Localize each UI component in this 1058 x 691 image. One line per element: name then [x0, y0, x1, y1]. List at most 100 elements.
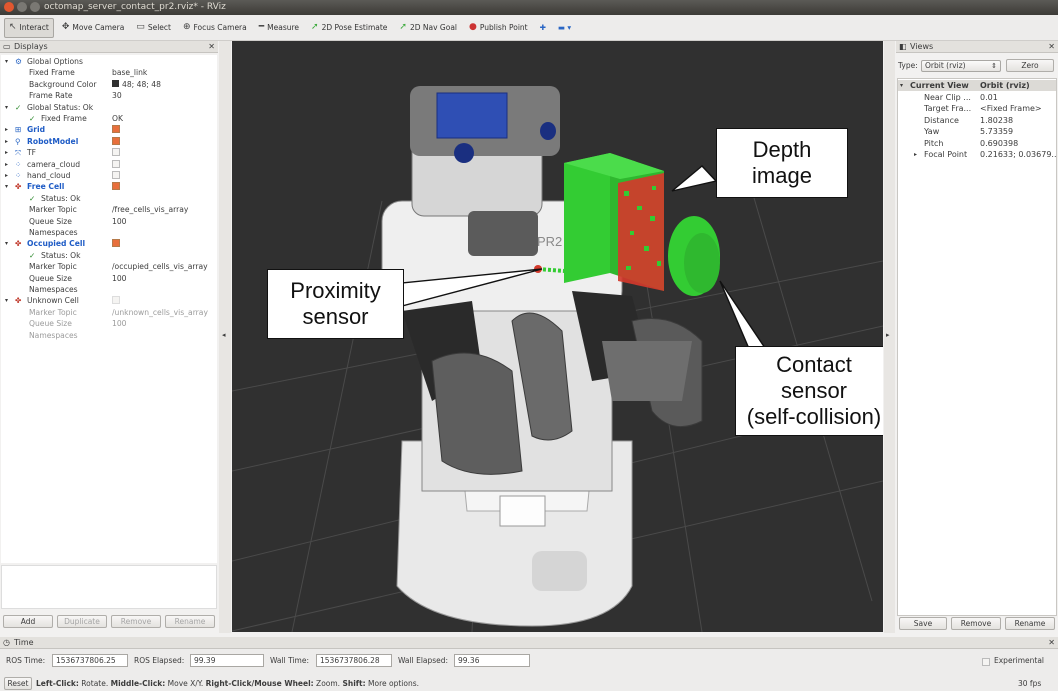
- display-row[interactable]: ▸ ⁘ hand_cloud: [1, 170, 217, 181]
- tool-move-camera[interactable]: ✥ Move Camera: [58, 18, 128, 38]
- maximize-window-icon[interactable]: [30, 2, 40, 12]
- view-type-select[interactable]: Orbit (rviz) ⇕: [921, 60, 1001, 72]
- display-row[interactable]: ▾ ✤ Occupied Cell: [1, 238, 217, 249]
- views-tree[interactable]: ▾ Current View Orbit (rviz) Near Clip ..…: [897, 78, 1057, 616]
- enable-checkbox[interactable]: [112, 159, 120, 170]
- enable-checkbox[interactable]: [112, 136, 120, 147]
- expand-arrow-icon[interactable]: ▸: [5, 170, 8, 181]
- checkbox-box[interactable]: [112, 239, 120, 248]
- display-row[interactable]: Queue Size 100: [1, 318, 217, 329]
- collapse-left-icon[interactable]: ◂: [222, 331, 226, 339]
- display-value[interactable]: 100: [112, 273, 127, 284]
- checkbox-box[interactable]: [112, 136, 120, 145]
- remove-view-button[interactable]: Remove: [951, 617, 1001, 630]
- display-value[interactable]: OK: [112, 113, 123, 124]
- color-swatch[interactable]: [112, 80, 119, 88]
- display-row[interactable]: Fixed Frame base_link: [1, 67, 217, 78]
- display-value[interactable]: 30: [112, 90, 122, 101]
- displays-tree[interactable]: ▾ ⚙ Global Options Fixed Frame base_link Back…: [1, 55, 217, 563]
- collapse-right-icon[interactable]: ▸: [886, 331, 890, 339]
- remove-tool-icon[interactable]: ▬ ▾: [554, 18, 575, 38]
- display-row[interactable]: ✓ Fixed Frame OK: [1, 113, 217, 124]
- expand-arrow-icon[interactable]: ▸: [5, 147, 8, 158]
- ros-elapsed-field[interactable]: 99.39: [190, 654, 264, 667]
- view-property-value[interactable]: 1.80238: [980, 115, 1056, 126]
- view-property-row[interactable]: ▸ Focal Point 0.21633; 0.03679...: [898, 149, 1056, 160]
- tool-focus-camera[interactable]: ⊕ Focus Camera: [179, 18, 251, 38]
- display-row[interactable]: ▾ ✓ Global Status: Ok: [1, 102, 217, 113]
- expand-arrow-icon[interactable]: ▸: [5, 159, 8, 170]
- enable-checkbox[interactable]: [112, 238, 120, 249]
- close-icon[interactable]: ✕: [1048, 637, 1055, 649]
- view-property-value[interactable]: 5.73359: [980, 126, 1056, 137]
- display-value[interactable]: 48; 48; 48: [112, 79, 161, 90]
- close-icon[interactable]: ✕: [1048, 41, 1055, 53]
- view-property-row[interactable]: Target Fra... <Fixed Frame>: [898, 103, 1056, 114]
- display-value[interactable]: 100: [112, 318, 127, 329]
- display-value[interactable]: base_link: [112, 67, 147, 78]
- display-row[interactable]: Queue Size 100: [1, 216, 217, 227]
- enable-checkbox[interactable]: [112, 124, 120, 135]
- display-row[interactable]: ▸ ⚲ RobotModel: [1, 136, 217, 147]
- checkbox-box[interactable]: [112, 159, 120, 168]
- display-row[interactable]: Marker Topic/occupied_cells_vis_array: [1, 261, 217, 272]
- display-row[interactable]: ▸ ⤧ TF: [1, 147, 217, 158]
- display-row[interactable]: Namespaces: [1, 330, 217, 341]
- zero-button[interactable]: Zero: [1006, 59, 1054, 72]
- view-property-row[interactable]: Distance 1.80238: [898, 115, 1056, 126]
- display-row[interactable]: ▸ ⁘ camera_cloud: [1, 159, 217, 170]
- expand-arrow-icon[interactable]: ▾: [900, 80, 903, 91]
- expand-arrow-icon[interactable]: ▾: [5, 56, 8, 67]
- render-viewport[interactable]: PR2 Depth image Proximity sensor Contact…: [232, 41, 883, 632]
- display-row[interactable]: Marker Topic/free_cells_vis_array: [1, 204, 217, 215]
- checkbox-box[interactable]: [112, 296, 120, 305]
- left-splitter[interactable]: ◂: [219, 41, 231, 633]
- display-row[interactable]: ▾ ⚙ Global Options: [1, 56, 217, 67]
- enable-checkbox[interactable]: [112, 147, 120, 158]
- wall-time-field[interactable]: 1536737806.28: [316, 654, 392, 667]
- display-row[interactable]: Namespaces: [1, 284, 217, 295]
- duplicate-display-button[interactable]: Duplicate: [57, 615, 107, 628]
- current-view-row[interactable]: ▾ Current View Orbit (rviz): [898, 80, 1056, 91]
- expand-arrow-icon[interactable]: ▸: [5, 136, 8, 147]
- tool-2d-pose-estimate[interactable]: ➚ 2D Pose Estimate: [307, 18, 391, 38]
- enable-checkbox[interactable]: [112, 295, 120, 306]
- expand-arrow-icon[interactable]: ▾: [5, 238, 8, 249]
- checkbox-box[interactable]: [112, 171, 120, 179]
- view-property-value[interactable]: 0.21633; 0.03679...: [980, 149, 1056, 160]
- experimental-checkbox[interactable]: [982, 658, 990, 666]
- view-property-value[interactable]: 0.690398: [980, 138, 1056, 149]
- rename-display-button[interactable]: Rename: [165, 615, 215, 628]
- checkbox-box[interactable]: [112, 125, 120, 134]
- display-row[interactable]: Queue Size 100: [1, 273, 217, 284]
- tool-publish-point[interactable]: ● Publish Point: [465, 18, 532, 38]
- display-value[interactable]: /occupied_cells_vis_array: [112, 261, 208, 272]
- minimize-window-icon[interactable]: [17, 2, 27, 12]
- close-icon[interactable]: ✕: [208, 41, 215, 53]
- display-value[interactable]: 100: [112, 216, 127, 227]
- remove-display-button[interactable]: Remove: [111, 615, 161, 628]
- checkbox-box[interactable]: [112, 148, 120, 157]
- display-row[interactable]: ✓ Status: Ok: [1, 193, 217, 204]
- enable-checkbox[interactable]: [112, 181, 120, 192]
- reset-button[interactable]: Reset: [4, 677, 32, 690]
- checkbox-box[interactable]: [112, 182, 120, 191]
- rename-view-button[interactable]: Rename: [1005, 617, 1055, 630]
- expand-arrow-icon[interactable]: ▾: [5, 102, 8, 113]
- tool-interact[interactable]: ↖ Interact: [4, 17, 54, 38]
- display-row[interactable]: Namespaces: [1, 227, 217, 238]
- view-property-value[interactable]: 0.01: [980, 92, 1056, 103]
- expand-arrow-icon[interactable]: ▾: [5, 181, 8, 192]
- view-property-row[interactable]: Pitch 0.690398: [898, 138, 1056, 149]
- add-display-button[interactable]: Add: [3, 615, 53, 628]
- display-value[interactable]: /free_cells_vis_array: [112, 204, 188, 215]
- display-row[interactable]: Background Color 48; 48; 48: [1, 79, 217, 90]
- display-row[interactable]: ✓ Status: Ok: [1, 250, 217, 261]
- display-value[interactable]: /unknown_cells_vis_array: [112, 307, 208, 318]
- enable-checkbox[interactable]: [112, 170, 120, 181]
- ros-time-field[interactable]: 1536737806.25: [52, 654, 128, 667]
- window-controls[interactable]: [4, 2, 40, 12]
- close-window-icon[interactable]: [4, 2, 14, 12]
- right-splitter[interactable]: ▸: [884, 41, 895, 633]
- display-row[interactable]: ▾ ✤ Free Cell: [1, 181, 217, 192]
